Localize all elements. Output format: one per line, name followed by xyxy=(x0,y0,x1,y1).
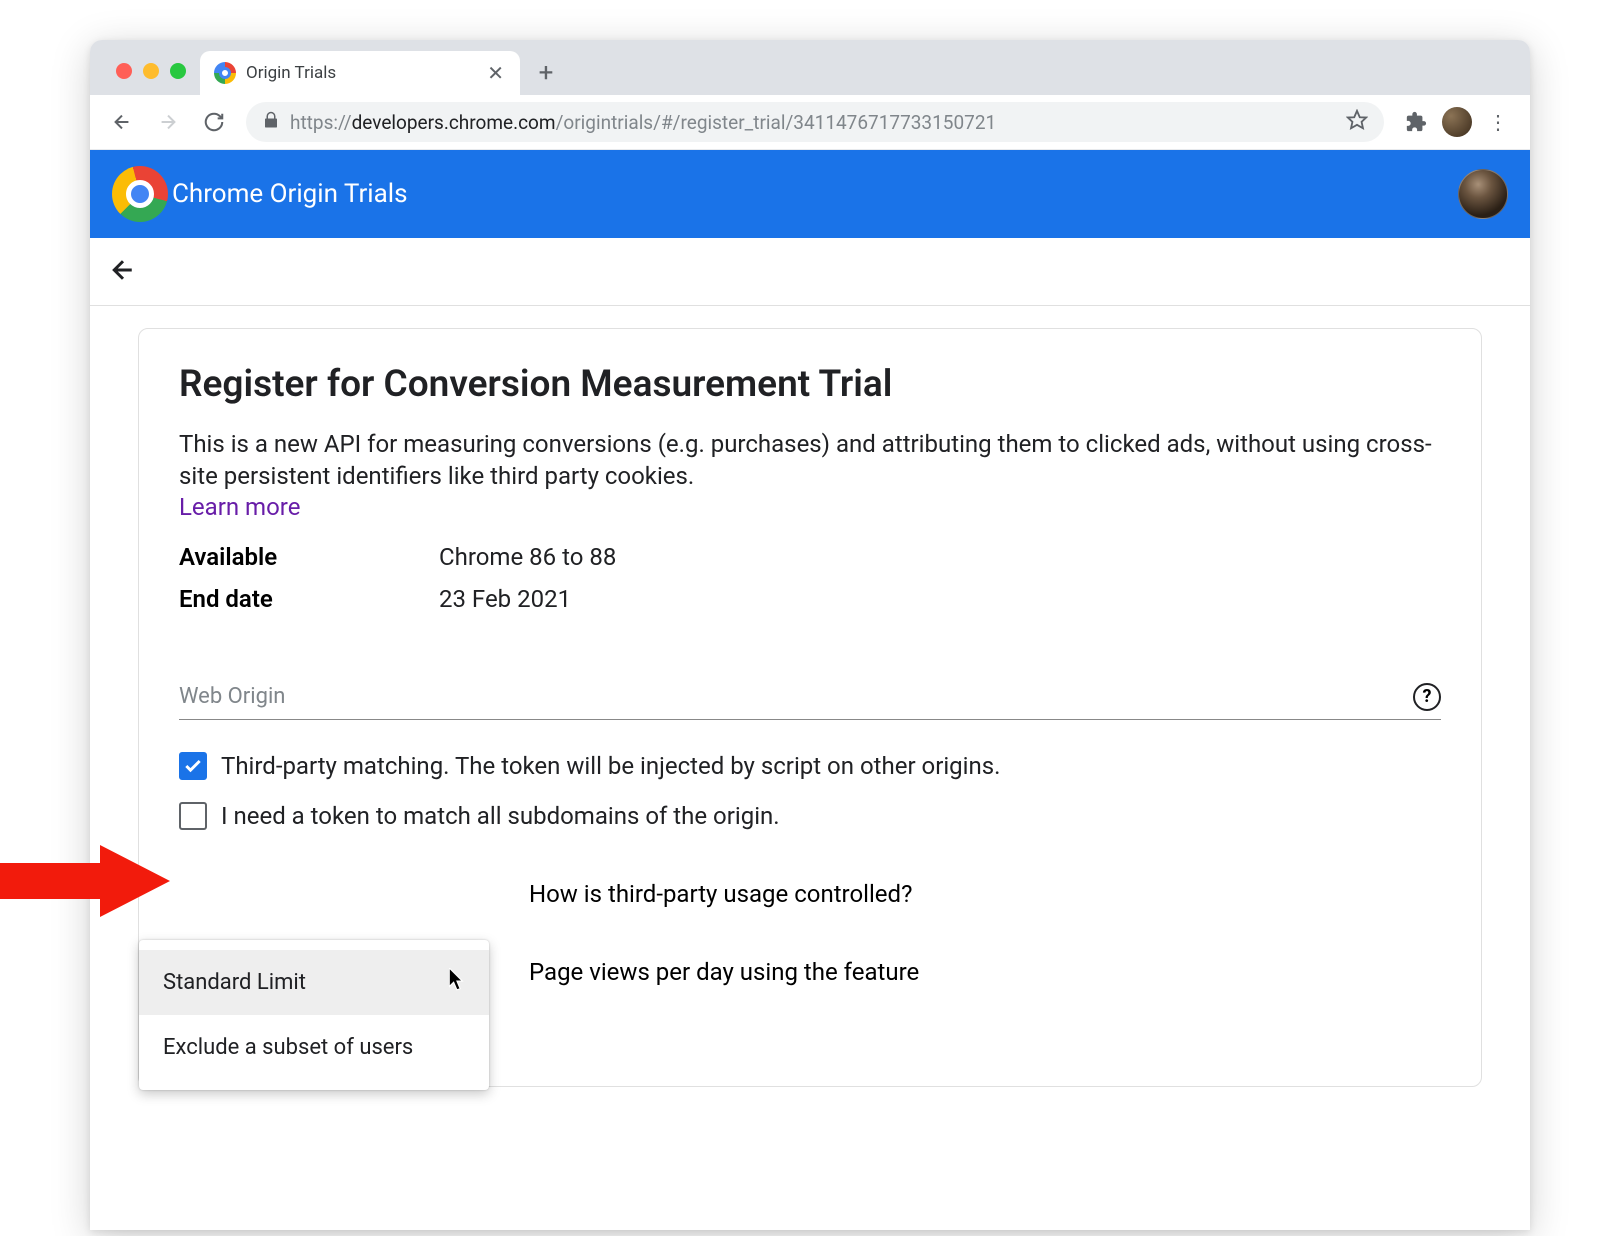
lock-icon xyxy=(262,111,280,133)
registration-card: Register for Conversion Measurement Tria… xyxy=(138,328,1482,1087)
web-origin-field[interactable]: Web Origin ? xyxy=(179,683,1441,720)
checkbox-third-party[interactable]: Third-party matching. The token will be … xyxy=(179,752,1441,780)
info-row-end-date: End date 23 Feb 2021 xyxy=(179,585,1441,613)
chrome-favicon-icon xyxy=(214,62,236,84)
chrome-logo-icon xyxy=(112,166,168,222)
cursor-icon xyxy=(449,968,467,998)
usage-value: Page views per day using the feature xyxy=(529,958,1441,986)
profile-avatar-small[interactable] xyxy=(1442,107,1472,137)
browser-tab[interactable]: Origin Trials ✕ xyxy=(200,51,520,95)
nav-back-button[interactable] xyxy=(102,102,142,142)
checkbox-label: Third-party matching. The token will be … xyxy=(221,752,1000,780)
checkbox-icon[interactable] xyxy=(179,752,207,780)
checkbox-icon[interactable] xyxy=(179,802,207,830)
page-nav xyxy=(90,238,1530,306)
web-origin-label: Web Origin xyxy=(179,684,1401,709)
tab-close-icon[interactable]: ✕ xyxy=(485,61,506,85)
page-title: Register for Conversion Measurement Tria… xyxy=(179,363,1441,406)
info-table: Available Chrome 86 to 88 End date 23 Fe… xyxy=(179,543,1441,613)
tab-title: Origin Trials xyxy=(246,63,475,83)
extensions-icon[interactable] xyxy=(1396,102,1436,142)
address-bar[interactable]: https://developers.chrome.com/origintria… xyxy=(246,102,1384,142)
new-tab-button[interactable]: + xyxy=(528,55,564,91)
profile-avatar[interactable] xyxy=(1458,169,1508,219)
usage-question: How is third-party usage controlled? xyxy=(529,880,1441,908)
checkbox-label: I need a token to match all subdomains o… xyxy=(221,802,780,830)
toolbar: https://developers.chrome.com/origintria… xyxy=(90,95,1530,150)
learn-more-link[interactable]: Learn more xyxy=(179,493,1441,521)
nav-forward-button[interactable] xyxy=(148,102,188,142)
dropdown-item-exclude[interactable]: Exclude a subset of users xyxy=(139,1015,489,1080)
checkbox-subdomains[interactable]: I need a token to match all subdomains o… xyxy=(179,802,1441,830)
window-maximize-button[interactable] xyxy=(170,63,186,79)
dropdown-item-standard[interactable]: Standard Limit xyxy=(139,950,489,1015)
description: This is a new API for measuring conversi… xyxy=(179,428,1441,493)
limit-dropdown[interactable]: Standard Limit Exclude a subset of users xyxy=(139,940,489,1090)
site-title: Chrome Origin Trials xyxy=(172,179,408,209)
tab-bar: Origin Trials ✕ + xyxy=(90,40,1530,95)
window-controls xyxy=(102,63,200,95)
help-icon[interactable]: ? xyxy=(1413,683,1441,711)
window-minimize-button[interactable] xyxy=(143,63,159,79)
callout-arrow xyxy=(0,845,170,917)
reload-button[interactable] xyxy=(194,102,234,142)
bookmark-star-icon[interactable] xyxy=(1346,109,1368,135)
site-header: Chrome Origin Trials xyxy=(90,150,1530,238)
browser-menu-button[interactable]: ⋮ xyxy=(1478,102,1518,142)
info-row-available: Available Chrome 86 to 88 xyxy=(179,543,1441,571)
url-text: https://developers.chrome.com/origintria… xyxy=(290,111,996,134)
page-back-button[interactable] xyxy=(108,255,138,289)
browser-window: Origin Trials ✕ + https://developers.chr… xyxy=(90,40,1530,1230)
window-close-button[interactable] xyxy=(116,63,132,79)
